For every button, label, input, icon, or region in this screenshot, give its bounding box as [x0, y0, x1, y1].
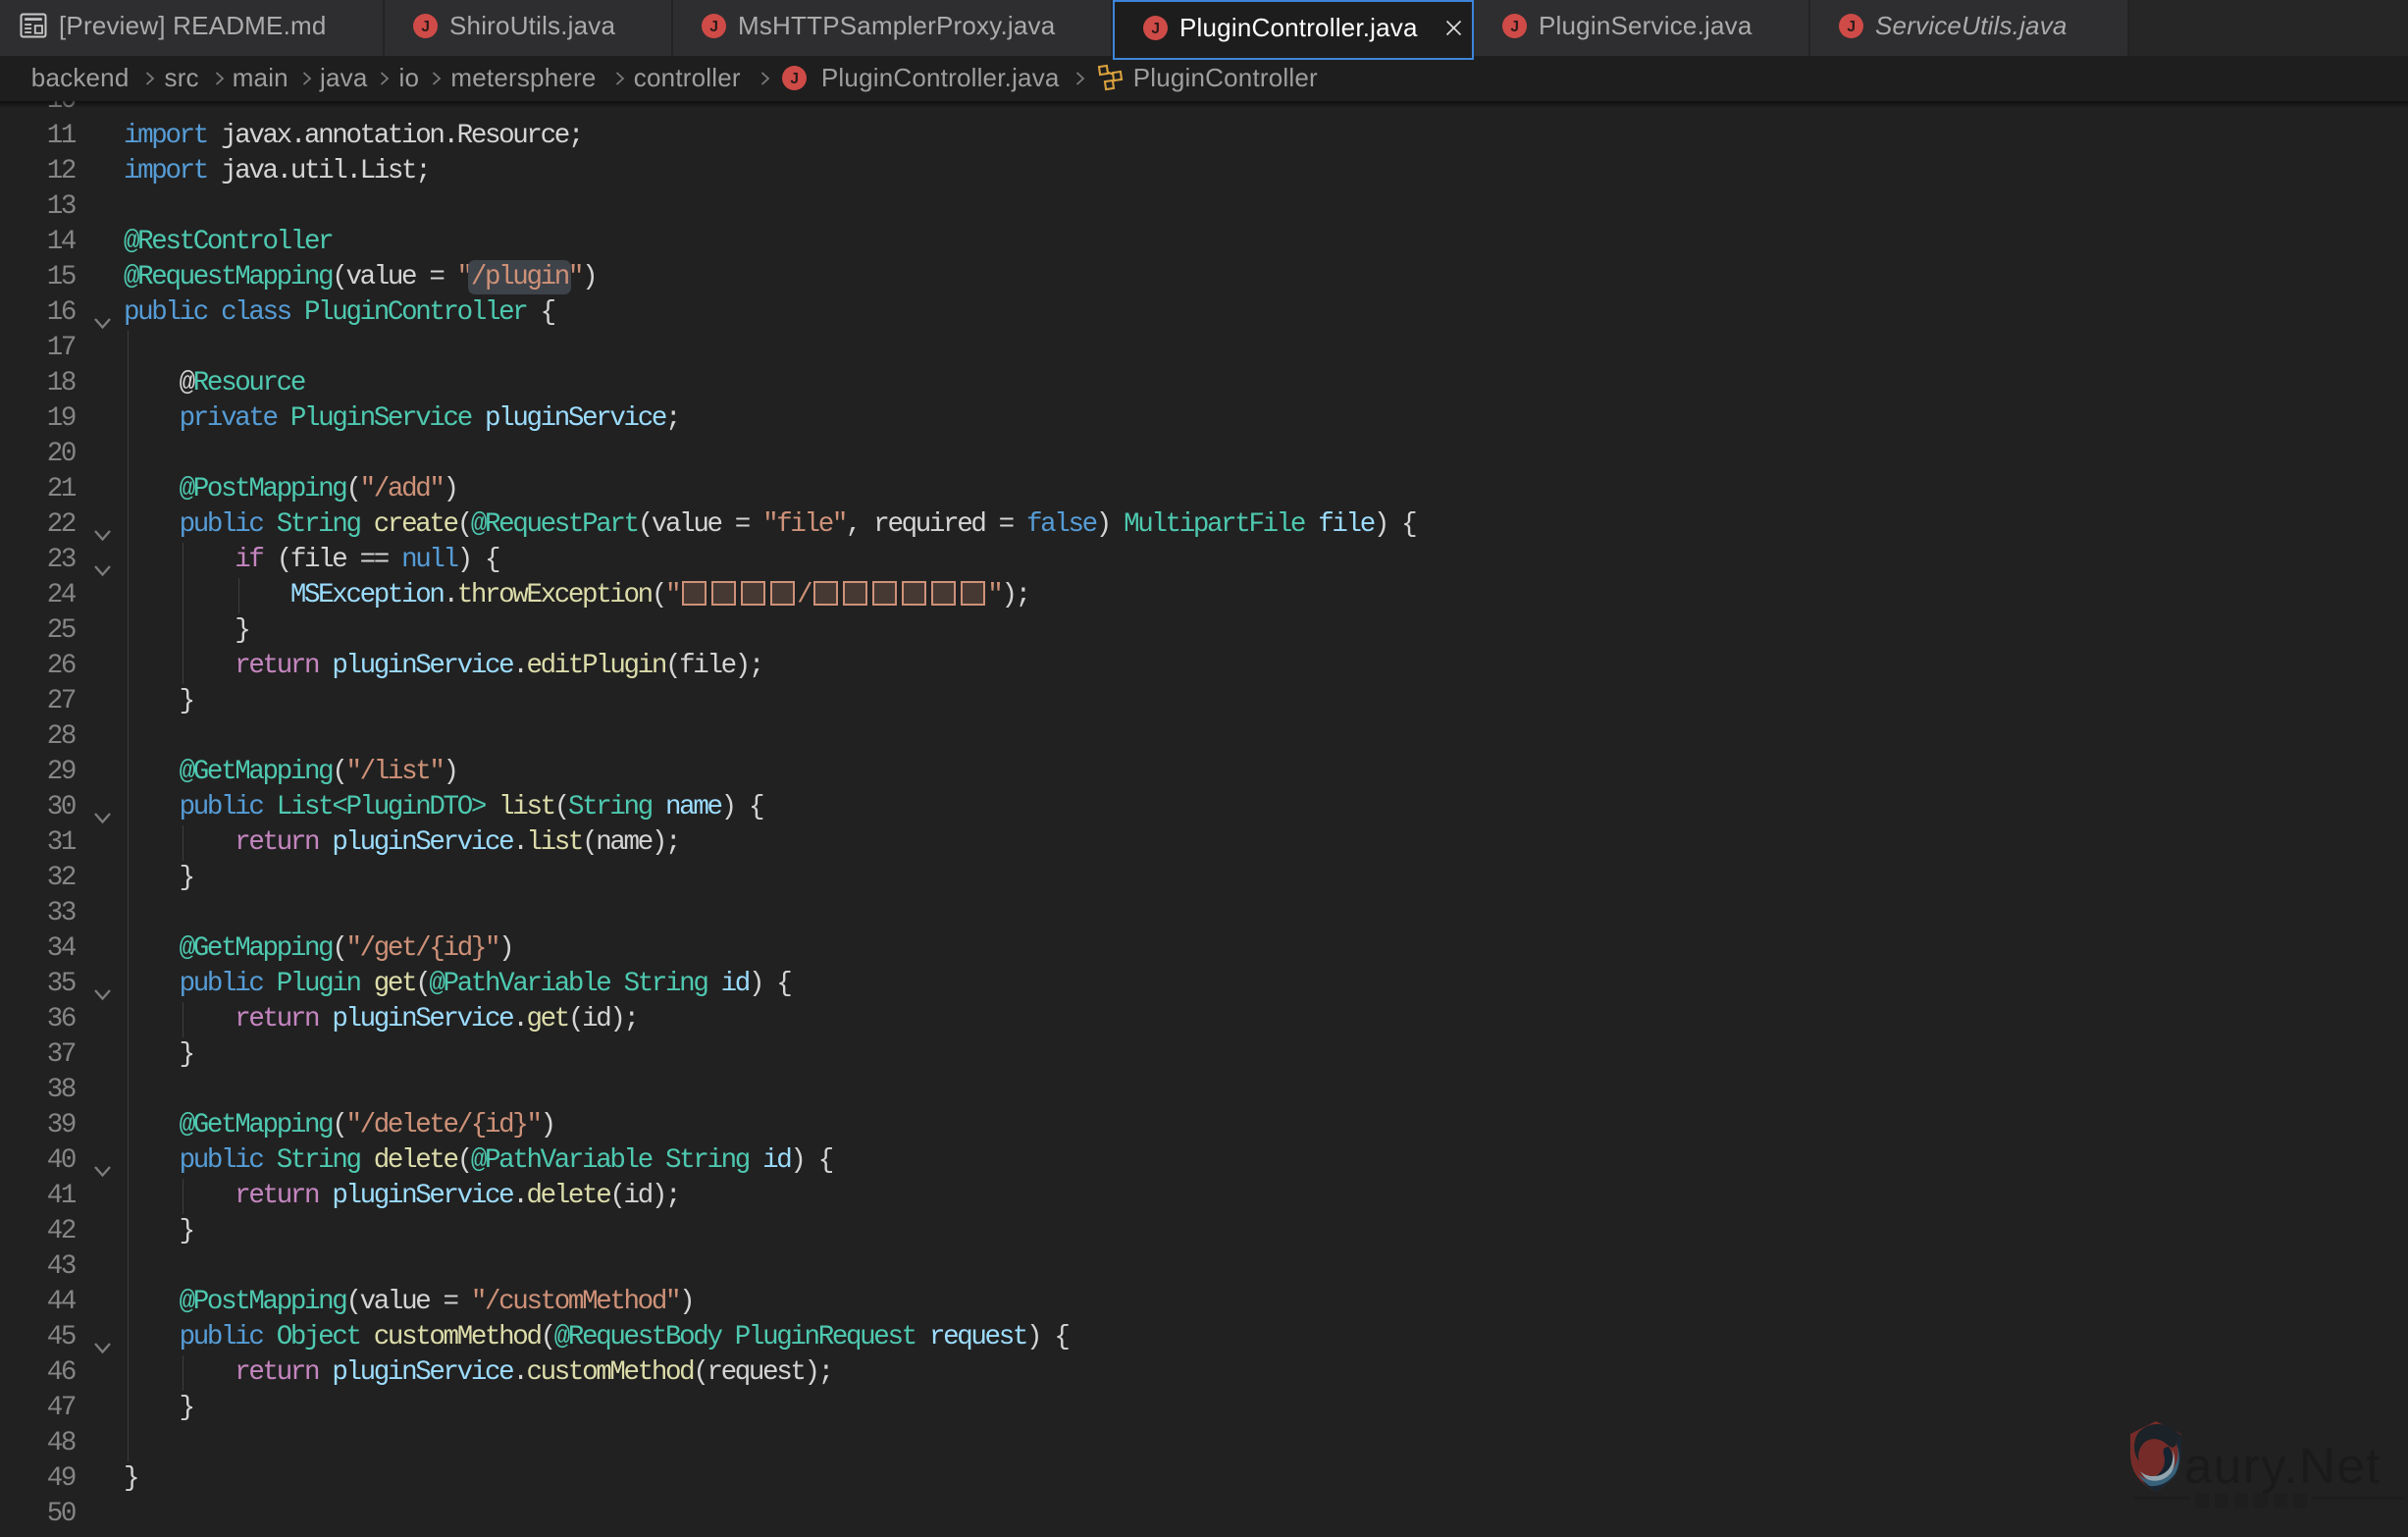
- svg-text:J: J: [421, 19, 430, 35]
- svg-text:J: J: [1510, 19, 1519, 35]
- svg-text:J: J: [1151, 21, 1160, 37]
- svg-text:J: J: [790, 71, 799, 87]
- svg-text:J: J: [709, 19, 718, 35]
- svg-text:J: J: [1847, 19, 1856, 35]
